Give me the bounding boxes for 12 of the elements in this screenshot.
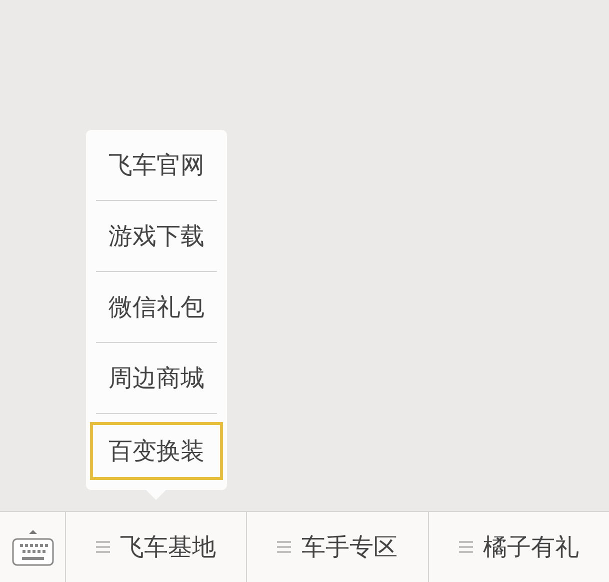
menu-tab[interactable]: 橘子有礼: [428, 512, 609, 582]
menu-icon: [458, 541, 473, 553]
menu-icon: [277, 541, 292, 553]
menu-item[interactable]: 飞车官网: [96, 130, 217, 200]
menu-item[interactable]: 周边商城: [96, 343, 217, 413]
keyboard-icon: [10, 527, 54, 567]
menu-tab[interactable]: 车手专区: [247, 512, 429, 582]
menu-item[interactable]: 微信礼包: [96, 272, 217, 342]
menu-item[interactable]: 游戏下载: [96, 201, 217, 271]
menu-icon: [96, 541, 110, 553]
menu-tab[interactable]: 飞车基地: [66, 512, 248, 582]
menu-item[interactable]: 百变换装: [90, 422, 223, 480]
